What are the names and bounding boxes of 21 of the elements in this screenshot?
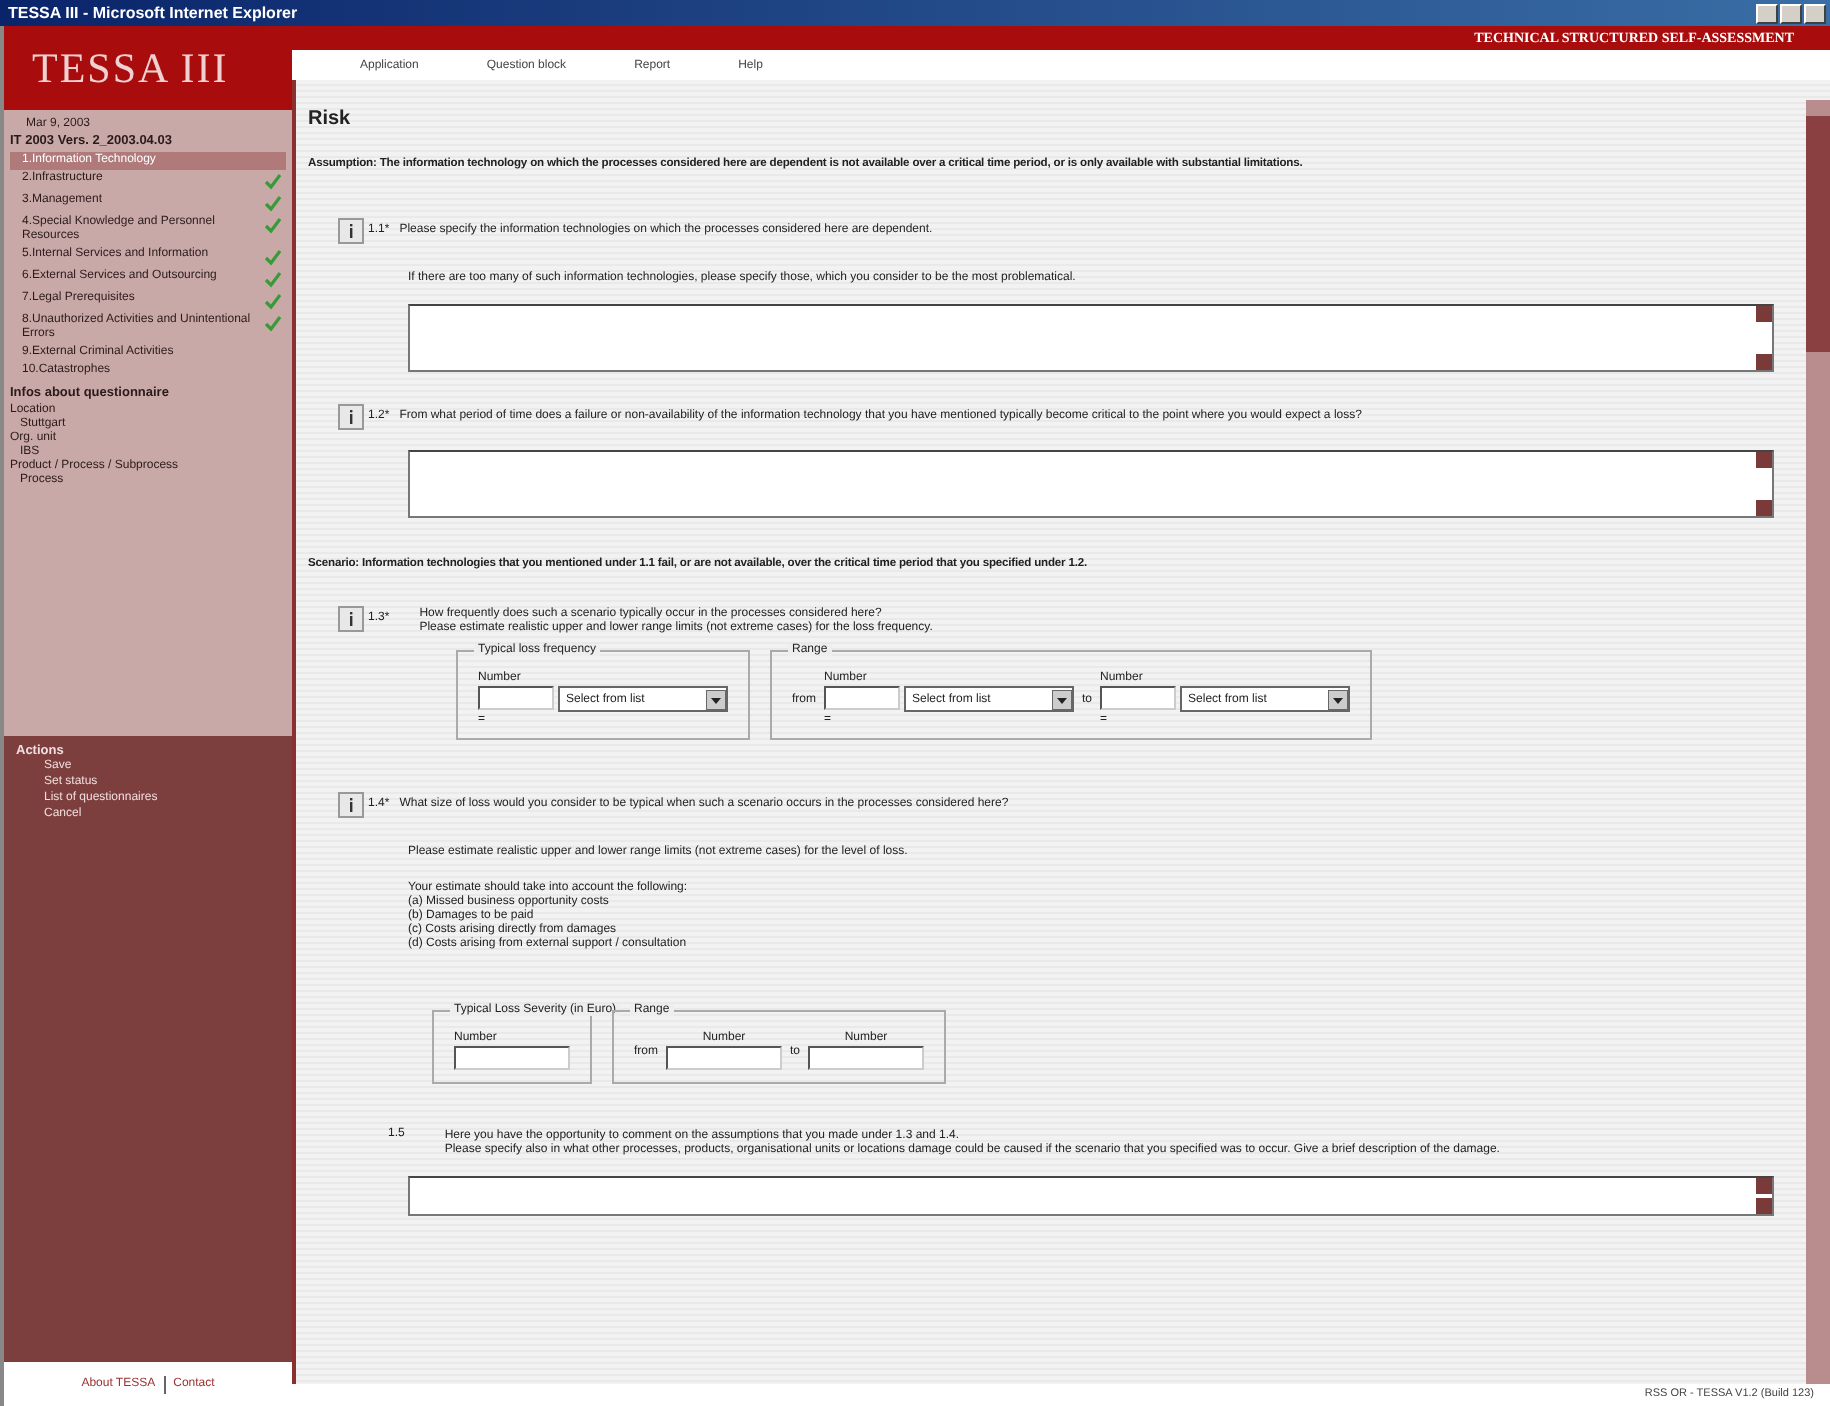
window-title: TESSA III - Microsoft Internet Explorer <box>8 4 298 22</box>
dropdown-icon <box>706 689 726 709</box>
number-field[interactable] <box>824 686 900 710</box>
info-button[interactable] <box>338 404 364 430</box>
number-field[interactable] <box>454 1046 570 1070</box>
number-field[interactable] <box>478 686 554 710</box>
info-button[interactable] <box>338 218 364 244</box>
info-button[interactable] <box>338 606 364 632</box>
logo: TESSA III <box>32 43 229 93</box>
dropdown-icon <box>1328 689 1349 709</box>
close-button[interactable] <box>1804 3 1826 23</box>
scrollbar[interactable] <box>1806 100 1830 1384</box>
number-field[interactable] <box>1100 686 1177 710</box>
info-button[interactable] <box>338 792 364 818</box>
scroll-thumb[interactable] <box>1806 116 1830 352</box>
page-title: Risk <box>308 108 353 130</box>
number-field[interactable] <box>808 1046 925 1070</box>
minimize-button[interactable] <box>1756 3 1778 23</box>
number-field[interactable] <box>666 1046 782 1070</box>
dropdown-icon <box>1052 689 1072 709</box>
maximize-button[interactable] <box>1780 3 1802 23</box>
